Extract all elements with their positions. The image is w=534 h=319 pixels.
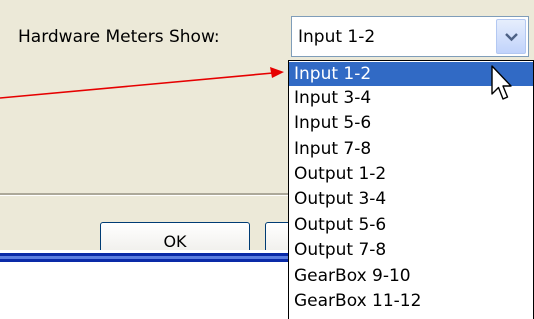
mouse-pointer-icon (491, 65, 512, 100)
annotation-arrow-icon (0, 67, 284, 99)
